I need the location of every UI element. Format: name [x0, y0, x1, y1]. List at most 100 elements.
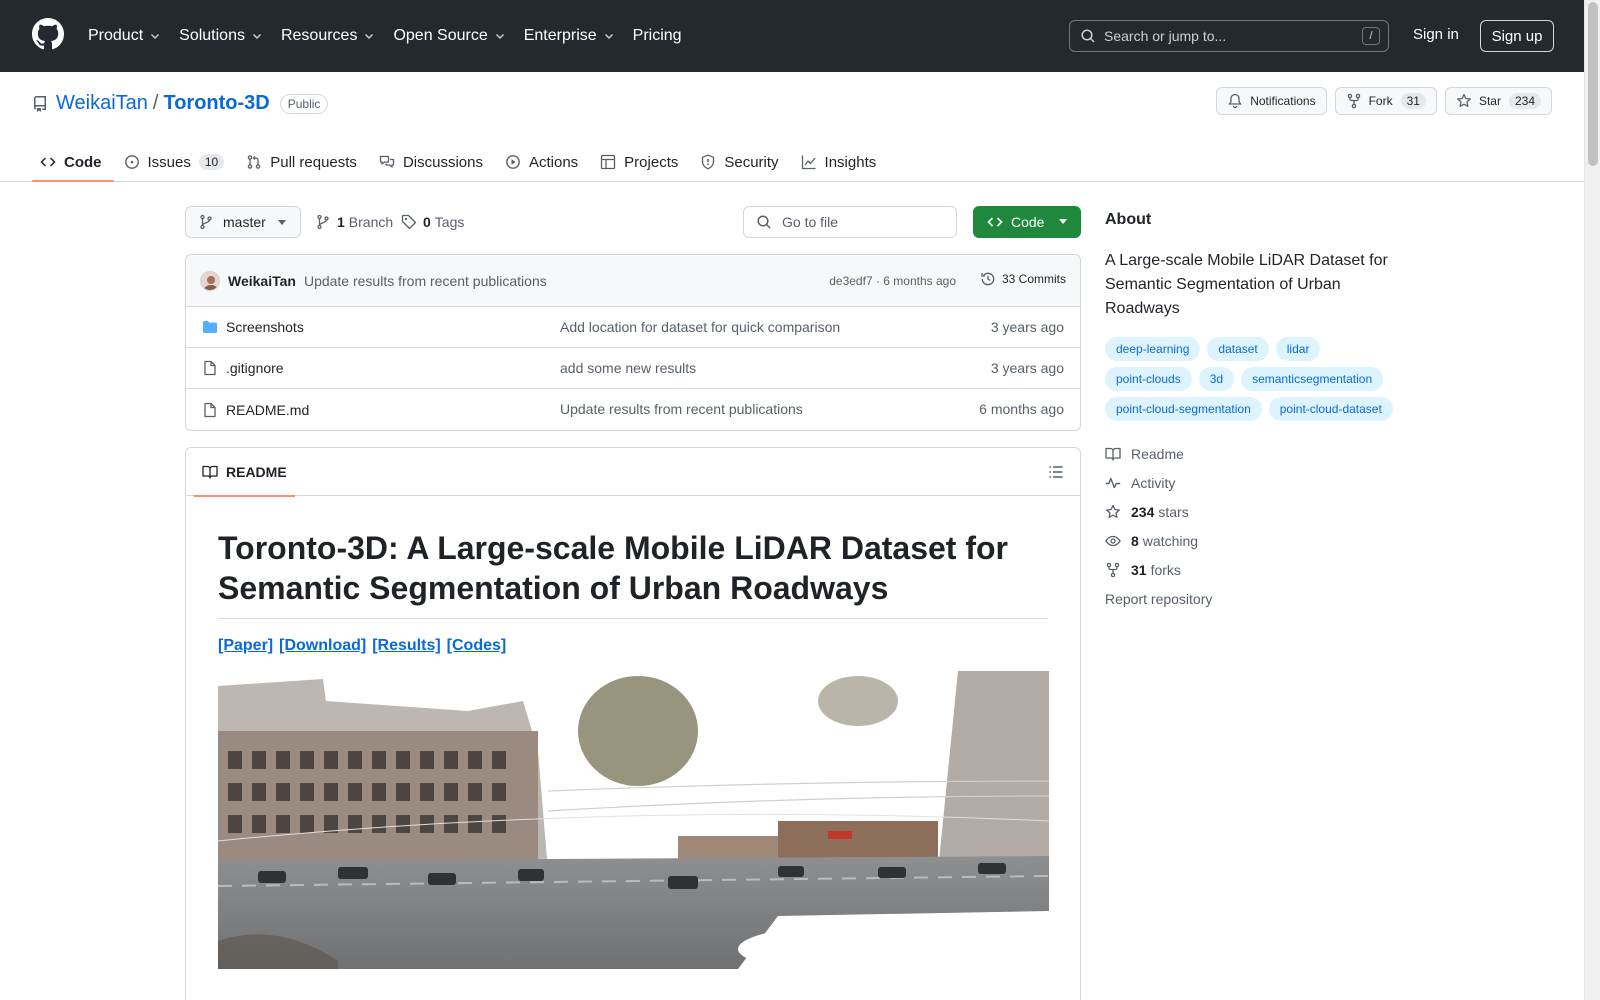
nav-enterprise[interactable]: Enterprise [524, 27, 615, 45]
global-search-input[interactable]: Search or jump to... / [1069, 20, 1389, 52]
git-branch-icon [317, 214, 329, 230]
search-icon [757, 215, 771, 229]
repo-title: WeikaiTan / Toronto-3D Public [32, 92, 329, 115]
branch-select-button[interactable]: master [185, 206, 301, 238]
file-name-link[interactable]: Screenshots [226, 319, 304, 335]
fork-icon [1106, 562, 1120, 577]
nav-solutions-label: Solutions [179, 27, 245, 44]
topic-tag[interactable]: point-clouds [1105, 367, 1192, 391]
tab-pull-requests-label: Pull requests [270, 153, 357, 171]
topic-tag[interactable]: dataset [1207, 337, 1269, 361]
tab-issues-label: Issues [147, 153, 191, 171]
tab-pull-requests[interactable]: Pull requests [238, 142, 369, 182]
tab-code[interactable]: Code [32, 142, 114, 182]
nav-resources[interactable]: Resources [281, 27, 375, 45]
commit-message-link[interactable]: Update results from recent publications [304, 273, 547, 289]
tab-actions-label: Actions [528, 153, 579, 171]
file-name-link[interactable]: README.md [226, 402, 309, 418]
repo-owner-link[interactable]: WeikaiTan [56, 92, 148, 115]
file-row-gitignore: .gitignore add some new results 3 years … [186, 348, 1080, 389]
tab-insights[interactable]: Insights [793, 142, 889, 182]
fork-button[interactable]: Fork 31 [1334, 87, 1437, 115]
tab-issues[interactable]: Issues 10 [116, 142, 237, 182]
nav-product[interactable]: Product [88, 27, 161, 45]
activity-link[interactable]: Activity [1105, 468, 1405, 497]
repo-name-link[interactable]: Toronto-3D [163, 92, 269, 115]
tab-security-label: Security [724, 153, 779, 171]
stars-label: stars [1158, 503, 1189, 520]
page-scrollbar[interactable] [1584, 0, 1600, 1000]
commit-author-link[interactable]: WeikaiTan [228, 273, 296, 289]
go-to-file-input[interactable]: Go to file [743, 206, 957, 238]
topic-tag[interactable]: lidar [1275, 337, 1321, 361]
commits-link[interactable]: 33 Commits [980, 271, 1066, 287]
list-outline-icon[interactable] [1048, 464, 1064, 480]
file-list: WeikaiTan Update results from recent pub… [185, 254, 1081, 431]
main-content: master 1 Branch 0 Tags Go to file Code W… [185, 206, 1081, 1000]
readme-panel: README Toronto-3D: A Large-scale Mobile … [185, 447, 1081, 1000]
paper-link[interactable]: [Paper] [218, 637, 273, 654]
nav-open-source-label: Open Source [393, 27, 488, 44]
tags-link[interactable]: 0 Tags [401, 214, 464, 230]
caret-down-icon [1059, 219, 1067, 224]
star-icon [1457, 93, 1471, 107]
about-description: A Large-scale Mobile LiDAR Dataset for S… [1105, 252, 1388, 317]
sign-up-button[interactable]: Sign up [1480, 20, 1554, 52]
tab-security[interactable]: Security [692, 142, 790, 182]
scrollbar-thumb[interactable] [1588, 2, 1598, 166]
topic-tag[interactable]: semanticsegmentation [1241, 367, 1384, 391]
code-dropdown-button[interactable]: Code [973, 206, 1081, 238]
readme-tab-label: README [226, 464, 287, 480]
point-cloud-illustration [218, 671, 1049, 969]
fork-icon [1347, 93, 1360, 109]
avatar[interactable] [200, 270, 220, 291]
nav-open-source[interactable]: Open Source [393, 27, 505, 45]
file-toolbar: master 1 Branch 0 Tags Go to file Code [185, 206, 1081, 239]
readme-link[interactable]: Readme [1105, 439, 1405, 468]
file-name-link[interactable]: .gitignore [226, 360, 284, 376]
topic-tag[interactable]: deep-learning [1105, 337, 1201, 361]
watching-count: 8 [1131, 532, 1139, 549]
commit-hash-time[interactable]: de3edf7 · 6 months ago [829, 274, 956, 288]
watchers-link[interactable]: 8 watching [1105, 526, 1405, 555]
file-age: 3 years ago [990, 360, 1064, 376]
download-link[interactable]: [Download] [279, 637, 366, 654]
readme-tab[interactable]: README [194, 448, 295, 497]
book-icon [202, 465, 218, 479]
report-repository-link[interactable]: Report repository [1105, 584, 1405, 613]
star-button[interactable]: Star 234 [1444, 87, 1552, 115]
nav-pricing[interactable]: Pricing [633, 27, 682, 45]
sign-in-link[interactable]: Sign in [1413, 26, 1459, 43]
readme-links: [Paper] [Download] [Results] [Codes] [218, 637, 1048, 655]
file-commit-message[interactable]: add some new results [560, 360, 696, 376]
tab-discussions[interactable]: Discussions [371, 142, 495, 182]
chevron-down-icon [151, 34, 160, 39]
results-link[interactable]: [Results] [372, 637, 440, 654]
file-commit-message[interactable]: Update results from recent publications [560, 401, 803, 417]
tab-discussions-label: Discussions [402, 153, 483, 171]
codes-link[interactable]: [Codes] [447, 637, 507, 654]
forks-count: 31 [1131, 561, 1147, 578]
topic-tag[interactable]: 3d [1198, 367, 1235, 391]
activity-link-label: Activity [1131, 474, 1176, 491]
pulse-icon [1105, 477, 1121, 488]
stars-link[interactable]: 234 stars [1105, 497, 1405, 526]
tab-projects[interactable]: Projects [592, 142, 690, 182]
pull-request-icon [247, 155, 261, 169]
topic-tag[interactable]: point-cloud-segmentation [1105, 397, 1262, 421]
global-header: Product Solutions Resources Open Source … [0, 0, 1584, 72]
file-commit-message[interactable]: Add location for dataset for quick compa… [560, 319, 840, 335]
tab-code-label: Code [64, 153, 102, 171]
fork-label: Fork [1368, 94, 1393, 108]
graph-icon [801, 155, 816, 170]
github-logo-icon[interactable] [32, 18, 64, 50]
about-sidebar: About A Large-scale Mobile LiDAR Dataset… [1105, 206, 1405, 613]
topic-tag[interactable]: point-cloud-dataset [1268, 397, 1393, 421]
tab-actions[interactable]: Actions [497, 142, 590, 182]
nav-solutions[interactable]: Solutions [179, 27, 263, 45]
forks-link[interactable]: 31 forks [1105, 555, 1405, 584]
chevron-down-icon [604, 34, 613, 39]
branches-link[interactable]: 1 Branch [315, 214, 393, 230]
notifications-button[interactable]: Notifications [1216, 87, 1327, 115]
stars-count: 234 [1131, 503, 1155, 520]
